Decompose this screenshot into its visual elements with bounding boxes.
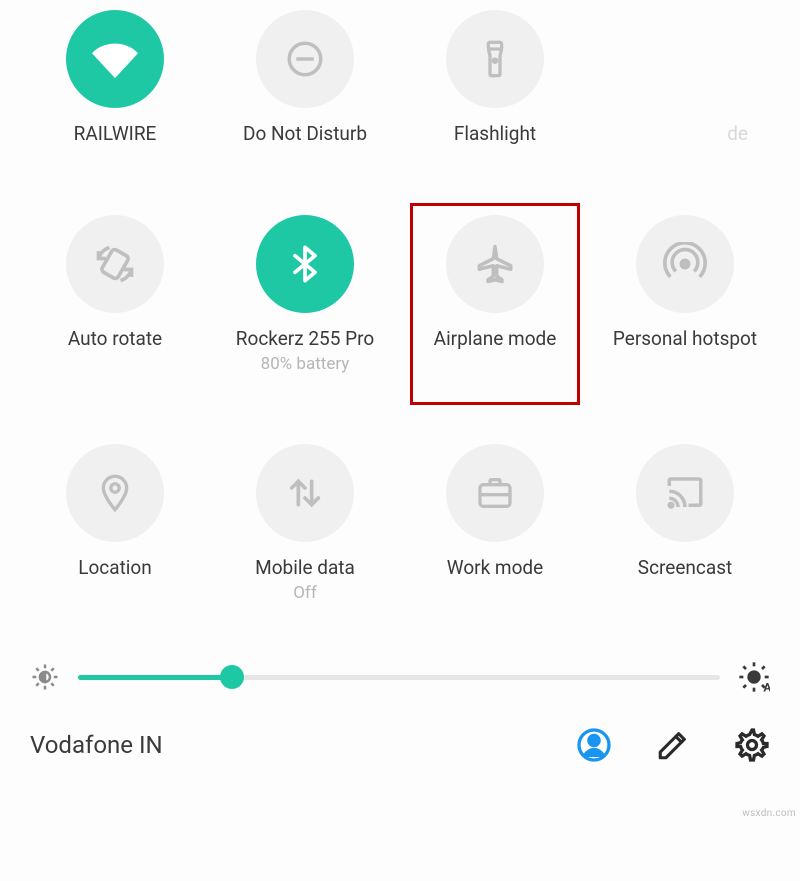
workmode-tile[interactable]: Work mode [400,444,590,603]
screencast-label: Screencast [638,556,732,579]
mobiledata-icon [256,444,354,542]
cast-icon [636,444,734,542]
brightness-auto-icon: A [738,661,770,693]
mobiledata-label: Mobile data [255,556,355,579]
powersave-tile[interactable]: de Power sa [590,10,800,145]
dnd-label: Do Not Disturb [243,122,367,145]
bottom-bar: Vodafone IN [30,727,770,763]
flashlight-tile[interactable]: Flashlight [400,10,590,145]
screencast-tile[interactable]: Screencast [590,444,780,603]
flashlight-icon [446,10,544,108]
airplane-icon [446,215,544,313]
bluetooth-label: Rockerz 255 Pro [236,327,374,350]
svg-text:A: A [763,681,770,693]
brightness-slider-row: A [30,661,770,693]
hotspot-label: Personal hotspot [613,327,757,350]
location-icon [66,444,164,542]
settings-icon[interactable] [734,727,770,763]
mobiledata-sublabel: Off [293,583,317,603]
brightness-slider[interactable] [78,675,720,680]
partial-label: de [727,122,748,145]
carrier-label: Vodafone IN [30,731,163,759]
bluetooth-sublabel: 80% battery [261,354,350,374]
wifi-tile[interactable]: RAILWIRE [20,10,210,145]
flashlight-label: Flashlight [454,122,536,145]
brightness-low-icon [30,662,60,692]
edit-icon[interactable] [656,728,690,762]
bluetooth-icon [256,215,354,313]
quick-settings-grid: RAILWIRE Do Not Disturb Flashlight de Po… [0,0,800,603]
autorotate-label: Auto rotate [68,327,162,350]
autorotate-icon [66,215,164,313]
wifi-icon [66,10,164,108]
slider-thumb[interactable] [220,665,244,689]
dnd-tile[interactable]: Do Not Disturb [210,10,400,145]
hotspot-tile[interactable]: Personal hotspot [590,215,780,374]
user-icon[interactable] [576,727,612,763]
mobiledata-tile[interactable]: Mobile data Off [210,444,400,603]
location-tile[interactable]: Location [20,444,210,603]
workmode-label: Work mode [447,556,543,579]
dnd-icon [256,10,354,108]
briefcase-icon [446,444,544,542]
airplane-tile[interactable]: Airplane mode [400,215,590,374]
location-label: Location [78,556,152,579]
slider-fill [78,675,232,680]
wifi-label: RAILWIRE [74,122,157,145]
hotspot-icon [636,215,734,313]
watermark: wsxdn.com [742,808,796,819]
bluetooth-tile[interactable]: Rockerz 255 Pro 80% battery [210,215,400,374]
autorotate-tile[interactable]: Auto rotate [20,215,210,374]
airplane-label: Airplane mode [434,327,557,350]
